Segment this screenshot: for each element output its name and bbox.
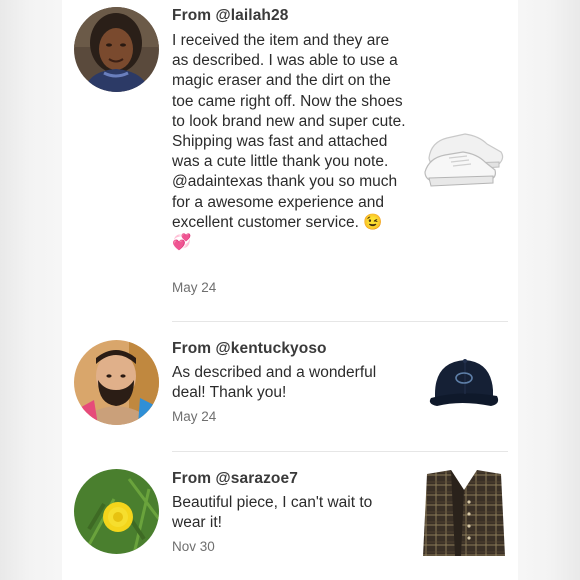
reviewer-avatar[interactable] <box>74 340 159 425</box>
review-text: Beautiful piece, I can't wait to wear it… <box>172 494 373 532</box>
review-date: May 24 <box>172 409 217 424</box>
reviewer-avatar[interactable] <box>74 7 159 92</box>
item-thumbnail[interactable] <box>421 108 507 194</box>
bearded-man-portrait-icon <box>74 340 159 425</box>
wink-emoji-icon: 😉 <box>363 213 383 231</box>
review-text-body: I received the item and they are as desc… <box>172 32 406 231</box>
reviews-panel: From @lailah28 I received the item and t… <box>62 0 518 580</box>
review-text: As described and a wonderful deal! Thank… <box>172 364 377 402</box>
dandelion-flower-icon <box>74 469 159 554</box>
reviewer-handle[interactable]: From @sarazoe7 <box>172 470 298 488</box>
review-divider <box>172 451 508 452</box>
reviewer-handle[interactable]: From @kentuckyoso <box>172 340 327 358</box>
navy-baseball-cap-icon <box>421 340 507 426</box>
woman-portrait-icon <box>74 7 159 92</box>
heart-emoji-icon: 💞 <box>172 234 192 252</box>
review-text: I received the item and they are as desc… <box>172 31 408 253</box>
reviewer-avatar[interactable] <box>74 469 159 554</box>
white-sneakers-icon <box>421 108 507 194</box>
item-thumbnail[interactable] <box>421 470 507 556</box>
reviewer-handle[interactable]: From @lailah28 <box>172 7 288 25</box>
review-divider <box>172 321 508 322</box>
review-date: Nov 30 <box>172 539 215 554</box>
item-thumbnail[interactable] <box>421 340 507 426</box>
plaid-jacket-icon <box>421 470 507 556</box>
review-date: May 24 <box>172 280 217 295</box>
